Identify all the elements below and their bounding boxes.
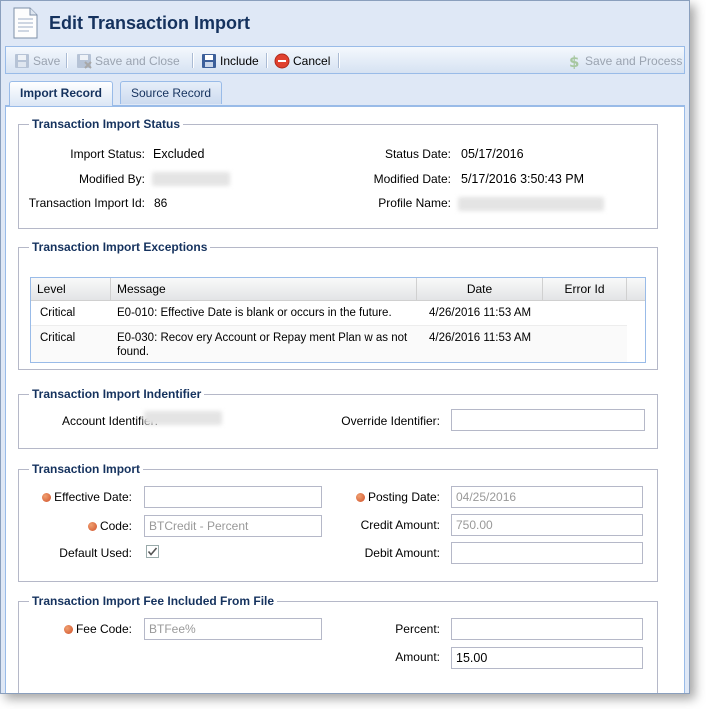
profile-name-label: Profile Name: — [378, 196, 451, 210]
checkmark-icon — [147, 547, 158, 556]
percent-label: Percent: — [395, 622, 440, 636]
credit-amount-label: Credit Amount: — [360, 518, 440, 532]
debit-amount-label: Debit Amount: — [364, 546, 440, 560]
document-icon — [13, 7, 38, 39]
cancel-button[interactable]: Cancel — [274, 51, 330, 71]
column-header-level[interactable]: Level — [31, 278, 111, 300]
column-header-error-id[interactable]: Error Id — [543, 278, 627, 300]
modified-by-label: Modified By: — [78, 172, 145, 186]
default-used-checkbox[interactable] — [146, 545, 159, 558]
save-close-icon — [76, 53, 92, 69]
amount-label: Amount: — [395, 650, 440, 664]
import-status-label: Import Status: — [70, 147, 145, 161]
required-icon — [355, 493, 365, 502]
exceptions-legend: Transaction Import Exceptions — [32, 240, 208, 254]
debit-amount-input[interactable] — [451, 542, 643, 564]
effective-date-label-text: Effective Date: — [54, 490, 132, 504]
table-row[interactable]: Critical E0-010: Effective Date is blank… — [31, 301, 627, 326]
save-and-close-button[interactable]: Save and Close — [76, 51, 180, 71]
account-identifier-value-redacted — [144, 411, 222, 425]
tab-import-record[interactable]: Import Record — [9, 81, 114, 106]
transaction-import-id-label: Transaction Import Id: — [28, 196, 145, 210]
row-message: E0-010: Effective Date is blank or occur… — [117, 307, 392, 319]
save-and-process-button[interactable]: $ Save and Process — [566, 51, 682, 71]
toolbar-separator — [66, 53, 68, 68]
code-input[interactable] — [144, 515, 322, 537]
profile-name-value-redacted — [458, 197, 604, 211]
status-date-value: 05/17/2016 — [461, 147, 524, 161]
code-label-text: Code: — [99, 519, 132, 533]
posting-date-input[interactable] — [451, 486, 643, 508]
modified-date-label: Modified Date: — [373, 172, 451, 186]
row-date: 4/26/2016 11:53 AM — [429, 307, 532, 319]
include-button[interactable]: Include — [201, 51, 259, 71]
transaction-import-legend: Transaction Import — [32, 462, 141, 476]
row-message: E0-030: Recov ery Account or Repay ment … — [117, 332, 408, 344]
status-legend: Transaction Import Status — [32, 117, 181, 131]
exceptions-grid: Level Message Date Error Id Critical E0-… — [30, 277, 646, 363]
toolbar: Save Save and Close Include Cancel $ Sav… — [5, 46, 685, 74]
cancel-label: Cancel — [293, 54, 331, 68]
column-header-message[interactable]: Message — [111, 278, 417, 300]
identifier-legend: Transaction Import Indentifier — [32, 387, 202, 401]
modified-by-value-redacted — [152, 172, 230, 186]
credit-amount-input[interactable] — [451, 514, 643, 536]
default-used-label: Default Used: — [59, 546, 132, 560]
fee-fieldset: Transaction Import Fee Included From Fil… — [18, 594, 658, 693]
override-identifier-input[interactable] — [451, 409, 645, 431]
required-icon — [63, 625, 73, 634]
tab-strip: Import Record Source Record — [5, 79, 685, 107]
save-and-process-label: Save and Process — [585, 54, 683, 68]
column-header-spacer — [627, 278, 645, 300]
save-label: Save — [33, 54, 61, 68]
save-and-close-label: Save and Close — [95, 54, 180, 68]
tab-content: Transaction Import Status Import Status:… — [5, 107, 685, 693]
posting-date-label-text: Posting Date: — [367, 490, 440, 504]
include-label: Include — [220, 54, 259, 68]
window-title: Edit Transaction Import — [49, 13, 251, 33]
row-message-continued: found. — [117, 346, 149, 358]
override-identifier-label: Override Identifier: — [341, 414, 440, 428]
fee-code-input[interactable] — [144, 618, 322, 640]
percent-input[interactable] — [451, 618, 643, 640]
row-date: 4/26/2016 11:53 AM — [429, 332, 532, 344]
modified-date-value: 5/17/2016 3:50:43 PM — [461, 172, 585, 186]
row-level: Critical — [40, 307, 76, 319]
column-header-date[interactable]: Date — [417, 278, 543, 300]
toolbar-separator — [266, 53, 268, 68]
toolbar-separator — [338, 53, 340, 68]
cancel-icon — [274, 53, 290, 69]
tab-source-record[interactable]: Source Record — [120, 81, 223, 104]
toolbar-separator — [192, 53, 194, 68]
fee-legend: Transaction Import Fee Included From Fil… — [32, 594, 275, 608]
amount-input[interactable] — [451, 647, 643, 669]
row-level: Critical — [40, 332, 76, 344]
transaction-import-id-value: 86 — [154, 196, 168, 210]
edit-transaction-import-window: Edit Transaction Import Save Save and Cl… — [0, 0, 690, 694]
save-button[interactable]: Save — [14, 51, 60, 71]
floppy-disk-icon — [14, 53, 30, 69]
status-date-label: Status Date: — [384, 147, 451, 161]
effective-date-input[interactable] — [144, 486, 322, 508]
required-icon — [87, 522, 97, 531]
dollar-icon: $ — [566, 53, 582, 71]
grid-header: Level Message Date Error Id — [31, 278, 645, 301]
svg-text:$: $ — [569, 53, 579, 69]
title-bar: Edit Transaction Import — [1, 1, 689, 45]
effective-date-label: Effective Date: — [42, 490, 132, 504]
include-icon — [201, 53, 217, 69]
table-row[interactable]: Critical E0-030: Recov ery Account or Re… — [31, 326, 627, 362]
import-status-value: Excluded — [153, 147, 205, 161]
fee-code-label-text: Fee Code: — [75, 622, 132, 636]
required-icon — [42, 493, 52, 502]
posting-date-label: Posting Date: — [355, 490, 440, 504]
code-label: Code: — [87, 519, 132, 533]
fee-code-label: Fee Code: — [63, 622, 132, 636]
